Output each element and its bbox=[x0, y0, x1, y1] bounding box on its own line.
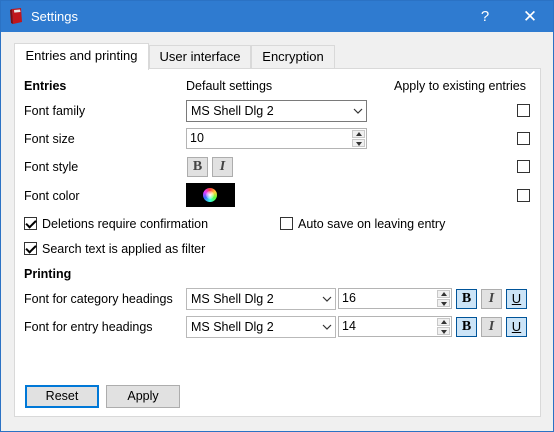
red-book-icon bbox=[10, 8, 22, 24]
apply-font-size-checkbox[interactable] bbox=[517, 132, 530, 145]
apply-font-style-checkbox[interactable] bbox=[517, 160, 530, 173]
font-style-bold-toggle[interactable]: B bbox=[187, 157, 208, 177]
printing-heading: Printing bbox=[24, 267, 72, 281]
tab-user-interface[interactable]: User interface bbox=[149, 45, 251, 69]
spin-up-icon[interactable] bbox=[437, 318, 450, 326]
tab-encryption[interactable]: Encryption bbox=[251, 45, 335, 69]
font-size-spin-buttons bbox=[352, 130, 365, 147]
entry-underline-toggle[interactable]: U bbox=[506, 317, 527, 337]
entry-font-value: MS Shell Dlg 2 bbox=[191, 320, 274, 334]
title-bar[interactable]: Settings ? ✕ bbox=[1, 1, 553, 32]
color-wheel-icon bbox=[203, 188, 217, 202]
spin-up-icon[interactable] bbox=[437, 290, 450, 298]
settings-window: Settings ? ✕ Entries and printing User i… bbox=[0, 0, 554, 432]
close-button[interactable]: ✕ bbox=[507, 1, 553, 32]
search-filter-checkbox[interactable] bbox=[24, 242, 37, 255]
entry-font-select[interactable]: MS Shell Dlg 2 bbox=[186, 316, 336, 338]
font-size-value: 10 bbox=[190, 131, 204, 145]
category-headings-label: Font for category headings bbox=[24, 292, 173, 306]
font-family-value: MS Shell Dlg 2 bbox=[191, 104, 274, 118]
apply-button[interactable]: Apply bbox=[106, 385, 180, 408]
entry-size-spinner[interactable]: 14 bbox=[338, 316, 452, 337]
entry-bold-toggle[interactable]: B bbox=[456, 317, 477, 337]
auto-save-label[interactable]: Auto save on leaving entry bbox=[298, 217, 445, 231]
font-size-spinner[interactable]: 10 bbox=[186, 128, 367, 149]
category-font-select[interactable]: MS Shell Dlg 2 bbox=[186, 288, 336, 310]
category-font-value: MS Shell Dlg 2 bbox=[191, 292, 274, 306]
font-size-label: Font size bbox=[24, 132, 75, 146]
default-settings-label: Default settings bbox=[186, 79, 273, 93]
apply-font-family-checkbox[interactable] bbox=[517, 104, 530, 117]
apply-font-color-checkbox[interactable] bbox=[517, 189, 530, 202]
category-underline-toggle[interactable]: U bbox=[506, 289, 527, 309]
entry-headings-label: Font for entry headings bbox=[24, 320, 153, 334]
category-size-spinner[interactable]: 16 bbox=[338, 288, 452, 309]
font-family-select[interactable]: MS Shell Dlg 2 bbox=[186, 100, 367, 122]
chevron-down-icon bbox=[322, 296, 332, 302]
font-style-label: Font style bbox=[24, 160, 79, 174]
entries-heading: Entries bbox=[24, 79, 67, 93]
tab-panel-entries-and-printing: Entries Default settings Apply to existi… bbox=[14, 68, 541, 417]
font-color-label: Font color bbox=[24, 189, 80, 203]
entry-italic-toggle[interactable]: I bbox=[481, 317, 502, 337]
deletions-confirm-checkbox[interactable] bbox=[24, 217, 37, 230]
tab-entries-and-printing[interactable]: Entries and printing bbox=[14, 43, 149, 70]
window-title: Settings bbox=[31, 9, 78, 24]
spin-up-icon[interactable] bbox=[352, 130, 365, 138]
category-bold-toggle[interactable]: B bbox=[456, 289, 477, 309]
entry-size-spin-buttons bbox=[437, 318, 450, 335]
font-color-button[interactable] bbox=[186, 183, 235, 207]
category-italic-toggle[interactable]: I bbox=[481, 289, 502, 309]
category-size-spin-buttons bbox=[437, 290, 450, 307]
chevron-down-icon bbox=[322, 324, 332, 330]
reset-button[interactable]: Reset bbox=[25, 385, 99, 408]
font-family-label: Font family bbox=[24, 104, 86, 118]
apply-existing-label: Apply to existing entries bbox=[394, 79, 527, 93]
search-filter-label[interactable]: Search text is applied as filter bbox=[42, 242, 205, 256]
spin-down-icon[interactable] bbox=[352, 139, 365, 147]
auto-save-checkbox[interactable] bbox=[280, 217, 293, 230]
category-size-value: 16 bbox=[342, 291, 356, 305]
help-button[interactable]: ? bbox=[462, 1, 508, 32]
chevron-down-icon bbox=[353, 108, 363, 114]
font-style-italic-toggle[interactable]: I bbox=[212, 157, 233, 177]
deletions-confirm-label[interactable]: Deletions require confirmation bbox=[42, 217, 208, 231]
spin-down-icon[interactable] bbox=[437, 327, 450, 335]
entry-size-value: 14 bbox=[342, 319, 356, 333]
spin-down-icon[interactable] bbox=[437, 299, 450, 307]
